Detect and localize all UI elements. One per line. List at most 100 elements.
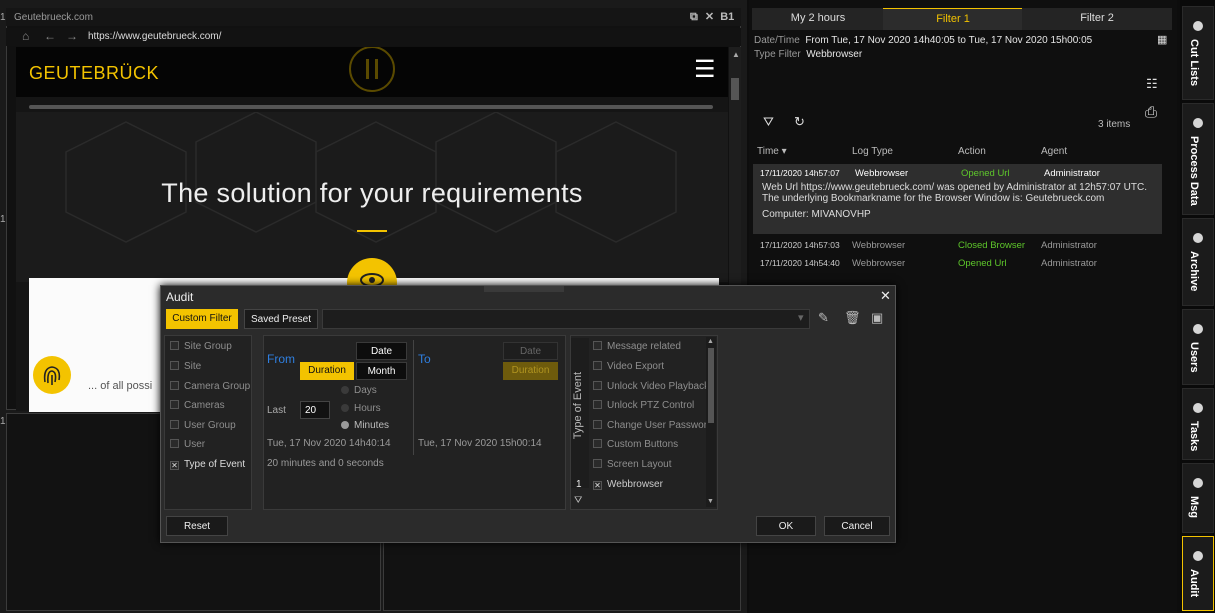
radio-icon[interactable] (341, 386, 349, 394)
checkbox[interactable] (593, 381, 602, 390)
from-duration-button[interactable]: Duration (300, 362, 354, 380)
column-log-type[interactable]: Log Type (852, 146, 893, 157)
scroll-down-icon[interactable]: ▼ (707, 498, 714, 505)
category-site-group[interactable]: Site Group (170, 341, 232, 352)
last-amount-input[interactable]: 20 (300, 401, 330, 419)
back-arrow-icon[interactable]: ← (44, 29, 56, 43)
menu-icon[interactable]: ☰ (694, 58, 716, 82)
category-user-group[interactable]: User Group (170, 420, 236, 431)
preset-name-input[interactable] (322, 309, 810, 329)
from-month-button[interactable]: Month (356, 362, 407, 380)
save-icon[interactable]: ▣ (871, 310, 883, 326)
event-video-export[interactable]: Video Export (593, 361, 664, 372)
datetime-value: From Tue, 17 Nov 2020 14h40:05 to Tue, 1… (805, 35, 1093, 46)
category-camera-group[interactable]: Camera Group (170, 381, 250, 392)
filter-icon[interactable]: ⛛ (763, 114, 774, 130)
video-progress-bar[interactable] (29, 105, 713, 109)
dialog-drag-handle[interactable] (484, 286, 564, 292)
close-icon[interactable]: ✕ (880, 288, 891, 304)
rail-tab-cut-lists[interactable]: Cut Lists (1182, 6, 1214, 100)
checkbox[interactable] (170, 381, 179, 390)
category-site[interactable]: Site (170, 361, 201, 372)
column-action[interactable]: Action (958, 146, 986, 157)
saved-preset-button[interactable]: Saved Preset (244, 309, 318, 329)
refresh-icon[interactable]: ↻ (794, 114, 805, 130)
checkbox[interactable] (593, 400, 602, 409)
checkbox[interactable] (170, 361, 179, 370)
tab-filter-1[interactable]: Filter 1 (883, 8, 1023, 30)
from-date-button[interactable]: Date (356, 342, 407, 360)
scrollbar-thumb[interactable] (708, 348, 714, 423)
rail-tab-users[interactable]: Users (1182, 309, 1214, 385)
category-type-of-event[interactable]: ✕ Type of Event (170, 459, 245, 470)
table-row[interactable]: 17/11/2020 14h57:03 Webbrowser Closed Br… (753, 240, 1162, 252)
checkbox[interactable] (170, 400, 179, 409)
card-text: ... of all possi (88, 380, 153, 392)
scroll-up-icon[interactable]: ▲ (732, 50, 740, 59)
rail-tab-tasks[interactable]: Tasks (1182, 388, 1214, 460)
radio-days[interactable]: Days (341, 385, 377, 396)
home-icon[interactable]: ⌂ (22, 29, 29, 43)
rail-tab-process-data[interactable]: Process Data (1182, 103, 1214, 215)
rail-tab-msg[interactable]: Msg (1182, 463, 1214, 533)
scrollbar-thumb[interactable] (731, 78, 739, 100)
checkbox-checked[interactable]: ✕ (170, 461, 179, 470)
layout-icon[interactable]: ▦ (1157, 33, 1167, 46)
checkbox[interactable] (593, 420, 602, 429)
to-duration-button[interactable]: Duration (503, 362, 558, 380)
event-custom-buttons[interactable]: Custom Buttons (593, 439, 678, 450)
radio-hours[interactable]: Hours (341, 403, 381, 414)
status-dot-icon (1193, 551, 1203, 561)
event-message-related[interactable]: Message related (593, 341, 681, 352)
event-unlock-ptz-control[interactable]: Unlock PTZ Control (593, 400, 694, 411)
category-user[interactable]: User (170, 439, 205, 450)
pencil-icon[interactable]: ✎ (818, 310, 829, 326)
scroll-up-icon[interactable]: ▲ (707, 338, 714, 345)
rail-tab-audit[interactable]: Audit (1182, 536, 1214, 611)
checkbox[interactable] (593, 361, 602, 370)
checkbox[interactable] (593, 459, 602, 468)
radio-selected-icon[interactable] (341, 421, 349, 429)
radio-icon[interactable] (341, 404, 349, 412)
event-screen-layout[interactable]: Screen Layout (593, 459, 672, 470)
custom-filter-button[interactable]: Custom Filter (166, 309, 238, 329)
row-agent: Administrator (1044, 168, 1100, 179)
cancel-button[interactable]: Cancel (824, 516, 890, 536)
radio-minutes[interactable]: Minutes (341, 420, 389, 431)
from-datetime: Tue, 17 Nov 2020 14h40:14 (267, 438, 391, 449)
checkbox[interactable] (170, 439, 179, 448)
columns-icon[interactable]: ☷ (1146, 76, 1158, 92)
table-row[interactable]: 17/11/2020 14h57:07 Webbrowser Opened Ur… (753, 168, 1162, 180)
close-icon[interactable]: ✕ (705, 11, 714, 23)
to-date-button[interactable]: Date (503, 342, 558, 360)
column-agent[interactable]: Agent (1041, 146, 1067, 157)
print-icon[interactable]: ⎙ (1145, 104, 1157, 121)
tab-my-2-hours[interactable]: My 2 hours (752, 8, 884, 30)
forward-arrow-icon[interactable]: → (66, 29, 78, 43)
reset-button[interactable]: Reset (166, 516, 228, 536)
checkbox-checked[interactable]: ✕ (593, 481, 602, 490)
rail-tab-archive[interactable]: Archive (1182, 218, 1214, 306)
chevron-down-icon[interactable]: ▾ (798, 311, 804, 324)
tab-filter-2[interactable]: Filter 2 (1022, 8, 1172, 30)
ok-button[interactable]: OK (756, 516, 816, 536)
divider (413, 340, 414, 455)
clear-filter-icon[interactable]: ⛛ (574, 495, 582, 506)
column-time[interactable]: Time ▾ (757, 146, 787, 157)
event-change-user-password[interactable]: Change User Password (593, 420, 713, 431)
checkbox[interactable] (593, 439, 602, 448)
row-action: Closed Browser (958, 240, 1026, 251)
checkbox[interactable] (170, 341, 179, 350)
url-field[interactable]: https://www.geutebrueck.com/ (88, 31, 221, 42)
browser-window-controls: ⧉ ✕ B1 (690, 10, 734, 24)
event-unlock-video-playback[interactable]: Unlock Video Playback (593, 381, 709, 392)
table-row[interactable]: 17/11/2020 14h54:40 Webbrowser Opened Ur… (753, 258, 1162, 270)
category-cameras[interactable]: Cameras (170, 400, 225, 411)
trash-icon[interactable]: 🗑 (844, 310, 861, 326)
event-webbrowser[interactable]: ✕ Webbrowser (593, 479, 663, 490)
checkbox[interactable] (170, 420, 179, 429)
pause-icon[interactable] (346, 47, 398, 97)
checkbox[interactable] (593, 341, 602, 350)
site-logo[interactable]: GEUTEBRÜCK (29, 63, 159, 84)
maximize-icon[interactable]: ⧉ (690, 11, 698, 23)
